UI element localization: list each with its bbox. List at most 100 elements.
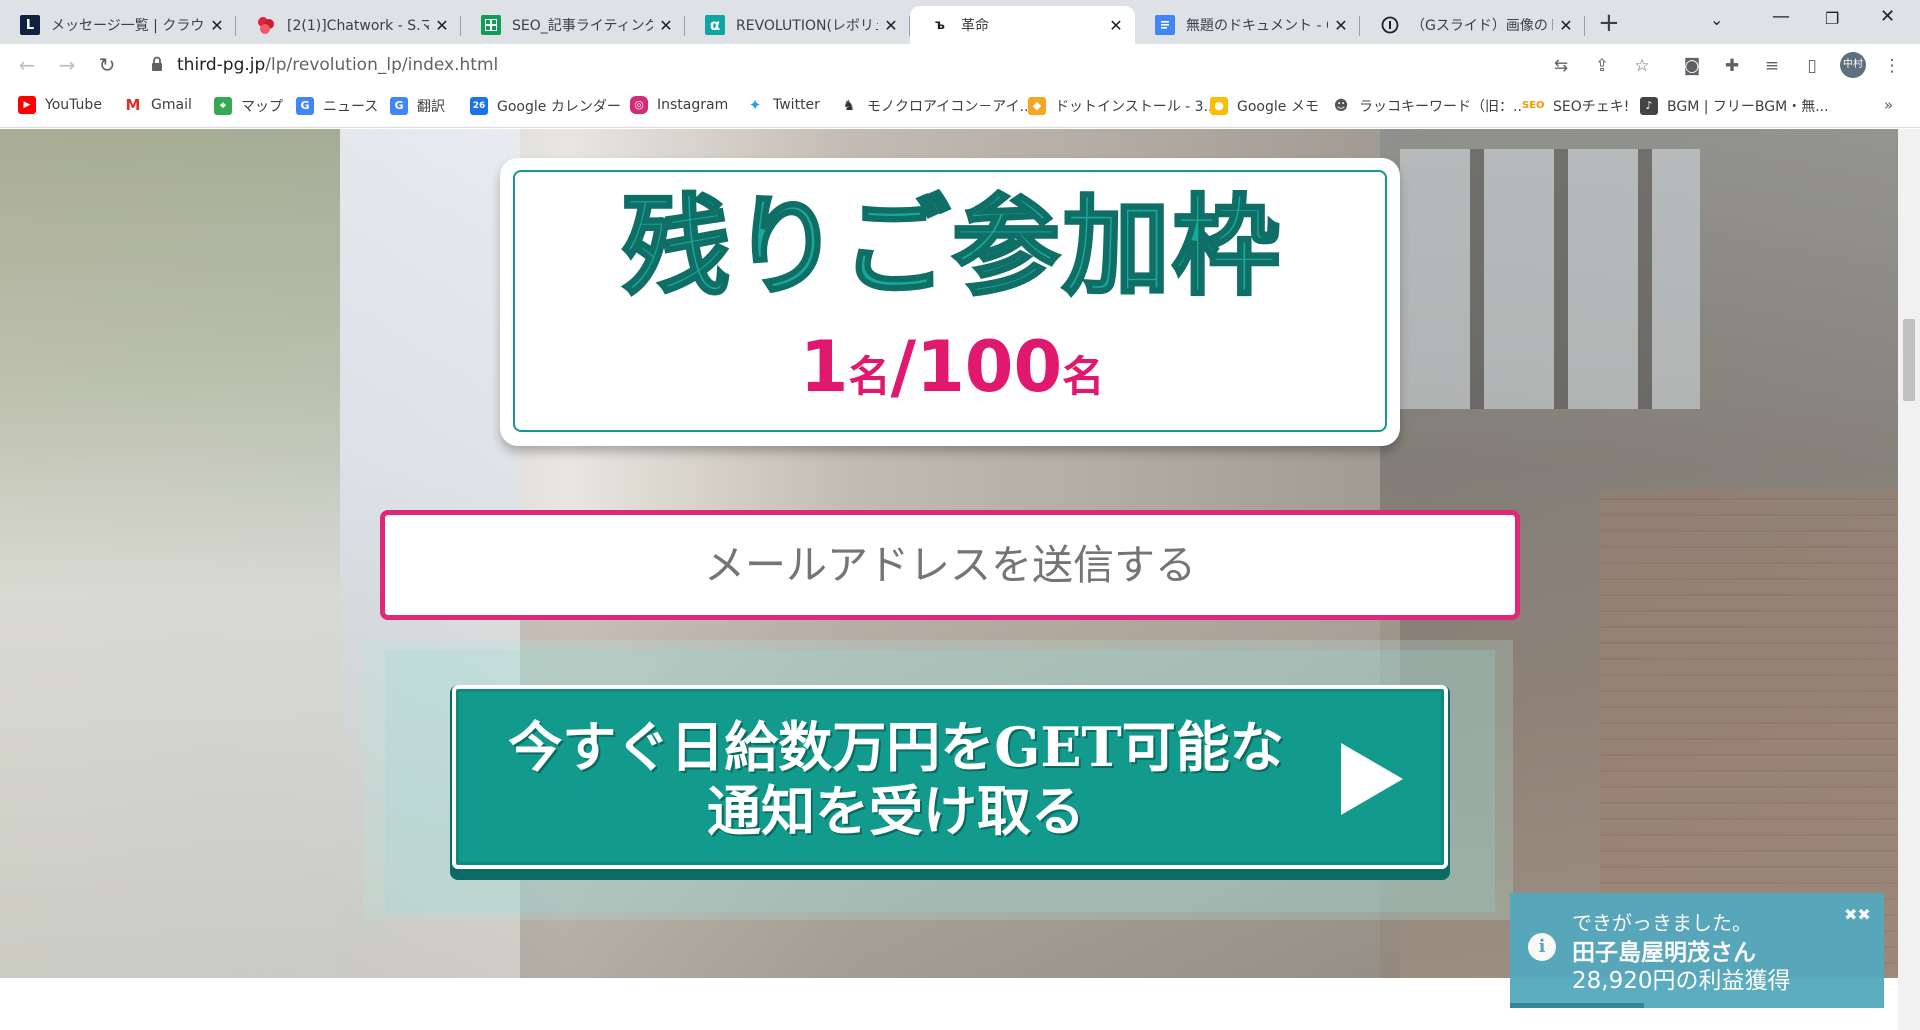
close-icon[interactable]: ✕	[882, 16, 900, 35]
tab-gslide[interactable]: （Gスライド）画像のトリ ✕	[1360, 6, 1585, 44]
reload-button[interactable]: ↻	[94, 52, 120, 78]
line-works-icon: L	[20, 15, 40, 35]
lock-icon[interactable]	[151, 56, 163, 72]
owl-icon: ♞	[840, 97, 858, 115]
bookmark-label: Gmail	[151, 97, 192, 113]
tab-title: メッセージ一覧 | クラウド	[51, 18, 204, 34]
bookmark-keep[interactable]: ● Google メモ	[1210, 96, 1319, 116]
tab-kakumei-active[interactable]: ъ 革命 ✕	[910, 6, 1135, 44]
bookmark-label: SEOチェキ!	[1553, 99, 1630, 115]
remaining-slots-card: 残りご参加枠 1名/100名	[500, 158, 1400, 446]
extensions-puzzle-icon[interactable]: ✚	[1722, 56, 1742, 76]
tab-title: 無題のドキュメント - Goo	[1186, 18, 1328, 34]
bookmark-label: ドットインストール - 3...	[1055, 99, 1217, 115]
bookmark-label: YouTube	[45, 97, 102, 113]
background-windows	[1400, 149, 1700, 409]
tab-search-chevron-icon[interactable]: ⌄	[1710, 10, 1723, 29]
bookmark-label: モノクロアイコン－アイ...	[867, 99, 1033, 115]
bookmark-twitter[interactable]: ✦ Twitter	[746, 96, 820, 114]
email-field[interactable]	[380, 510, 1520, 620]
bookmark-label: ラッコキーワード（旧：...	[1359, 99, 1527, 115]
gmail-icon: M	[124, 96, 142, 114]
tab-revolution[interactable]: α REVOLUTION(レボリュー ✕	[685, 6, 910, 44]
bookmark-calendar[interactable]: 26 Google カレンダー	[470, 96, 621, 116]
cta-label-line1: 今すぐ日給数万円をGET可能な	[508, 715, 1284, 779]
bookmark-youtube[interactable]: ▶ YouTube	[18, 96, 102, 114]
bookmark-dotinstall[interactable]: ◆ ドットインストール - 3...	[1028, 96, 1217, 116]
minimize-button[interactable]: —	[1772, 6, 1790, 27]
tab-line-works[interactable]: L メッセージ一覧 | クラウド ✕	[0, 6, 236, 44]
rakko-icon: ☻	[1332, 97, 1350, 115]
bookmark-label: Google カレンダー	[497, 99, 621, 115]
close-icon[interactable]: ✕	[1332, 16, 1350, 35]
bookmark-seo-cheki[interactable]: SEO SEOチェキ!	[1522, 96, 1629, 116]
revolution-icon: α	[705, 15, 725, 35]
bookmark-bgm[interactable]: ♪ BGM | フリーBGM・無...	[1640, 96, 1829, 116]
translate-icon[interactable]: ⇆	[1551, 56, 1571, 76]
get-notification-button[interactable]: 今すぐ日給数万円をGET可能な 通知を受け取る	[450, 685, 1450, 880]
scrollbar-thumb[interactable]	[1903, 319, 1915, 401]
youtube-icon: ▶	[18, 96, 36, 114]
background-trees	[0, 129, 340, 978]
instagram-icon: ◎	[630, 96, 648, 114]
address-bar[interactable]: third-pg.jp/lp/revolution_lp/index.html	[137, 49, 1627, 81]
tab-google-docs[interactable]: 無題のドキュメント - Goo ✕	[1135, 6, 1360, 44]
page-scrollbar[interactable]	[1898, 129, 1920, 1030]
close-icon[interactable]: ✕	[1107, 16, 1125, 35]
toast-close-icon[interactable]: ✖✖	[1844, 905, 1871, 924]
close-icon[interactable]: ✕	[1557, 16, 1575, 35]
profit-notification-toast[interactable]: i ✖✖ できがっきました。 田子島屋明茂さん 28,920円の利益獲得	[1510, 893, 1884, 1008]
bookmarks-overflow-icon[interactable]: »	[1884, 96, 1893, 114]
camera-icon[interactable]: ◙	[1682, 56, 1702, 76]
bookmark-news[interactable]: G ニュース	[296, 96, 378, 116]
tab-title: （Gスライド）画像のトリ	[1411, 18, 1553, 34]
close-icon[interactable]: ✕	[433, 16, 451, 35]
remaining-slots-count: 1名/100名	[515, 332, 1389, 402]
tab-title: SEO_記事ライティング - G	[512, 18, 653, 34]
toast-timer-bar	[1510, 1003, 1644, 1008]
bookmark-label: Instagram	[657, 97, 729, 113]
info-circle-icon	[1380, 15, 1400, 35]
bookmark-label: ニュース	[323, 99, 379, 115]
bookmark-star-icon[interactable]: ☆	[1632, 56, 1652, 76]
bookmark-label: BGM | フリーBGM・無...	[1667, 99, 1829, 115]
menu-kebab-icon[interactable]: ⋮	[1882, 56, 1902, 76]
bookmarks-bar: ▶ YouTube M Gmail ⌖ マップ G ニュース G 翻訳 26 G…	[0, 86, 1920, 128]
tab-title: REVOLUTION(レボリュー	[736, 18, 878, 34]
bookmark-gmail[interactable]: M Gmail	[124, 96, 192, 114]
side-panel-icon[interactable]: ▯	[1802, 56, 1822, 76]
browser-toolbar: ← → ↻ third-pg.jp/lp/revolution_lp/index…	[0, 44, 1920, 86]
reading-list-icon[interactable]: ≡	[1762, 56, 1782, 76]
info-icon: i	[1528, 933, 1556, 961]
back-button[interactable]: ←	[14, 52, 40, 78]
bookmark-label: 翻訳	[417, 99, 445, 115]
bookmark-rakko[interactable]: ☻ ラッコキーワード（旧：...	[1332, 96, 1526, 116]
remaining-slots-title: 残りご参加枠	[620, 185, 1282, 310]
bookmark-instagram[interactable]: ◎ Instagram	[630, 96, 728, 114]
tab-title: [2(1)]Chatwork - S.マダ	[287, 18, 429, 34]
forward-button[interactable]: →	[54, 52, 80, 78]
new-tab-button[interactable]: +	[1598, 8, 1620, 38]
tab-title: 革命	[961, 18, 989, 34]
close-icon[interactable]: ✕	[657, 16, 675, 35]
share-icon[interactable]: ⇪	[1592, 56, 1612, 76]
bookmark-translate[interactable]: G 翻訳	[390, 96, 445, 116]
bookmark-maps[interactable]: ⌖ マップ	[214, 96, 283, 116]
url-text: third-pg.jp/lp/revolution_lp/index.html	[177, 55, 499, 75]
remaining-slots-frame: 残りご参加枠 1名/100名	[513, 170, 1387, 432]
cta-label-line2: 通知を受け取る	[707, 779, 1085, 843]
bookmark-monochrome-icons[interactable]: ♞ モノクロアイコン－アイ...	[840, 96, 1033, 116]
slots-unit: 名	[848, 352, 891, 401]
twitter-icon: ✦	[746, 96, 764, 114]
tab-chatwork[interactable]: [2(1)]Chatwork - S.マダ ✕	[236, 6, 461, 44]
profile-avatar[interactable]: 中村	[1840, 52, 1866, 78]
page-icon: ъ	[935, 17, 945, 33]
close-icon[interactable]: ✕	[208, 16, 226, 35]
restore-button[interactable]: ❐	[1825, 9, 1839, 28]
toast-message: できがっきました。	[1572, 911, 1752, 935]
cta-button-face[interactable]: 今すぐ日給数万円をGET可能な 通知を受け取る	[452, 685, 1448, 869]
close-window-button[interactable]: ✕	[1880, 6, 1895, 27]
tab-seo-sheet[interactable]: SEO_記事ライティング - G ✕	[461, 6, 685, 44]
chatwork-icon	[256, 15, 276, 35]
slots-total-value: 100	[916, 326, 1063, 408]
